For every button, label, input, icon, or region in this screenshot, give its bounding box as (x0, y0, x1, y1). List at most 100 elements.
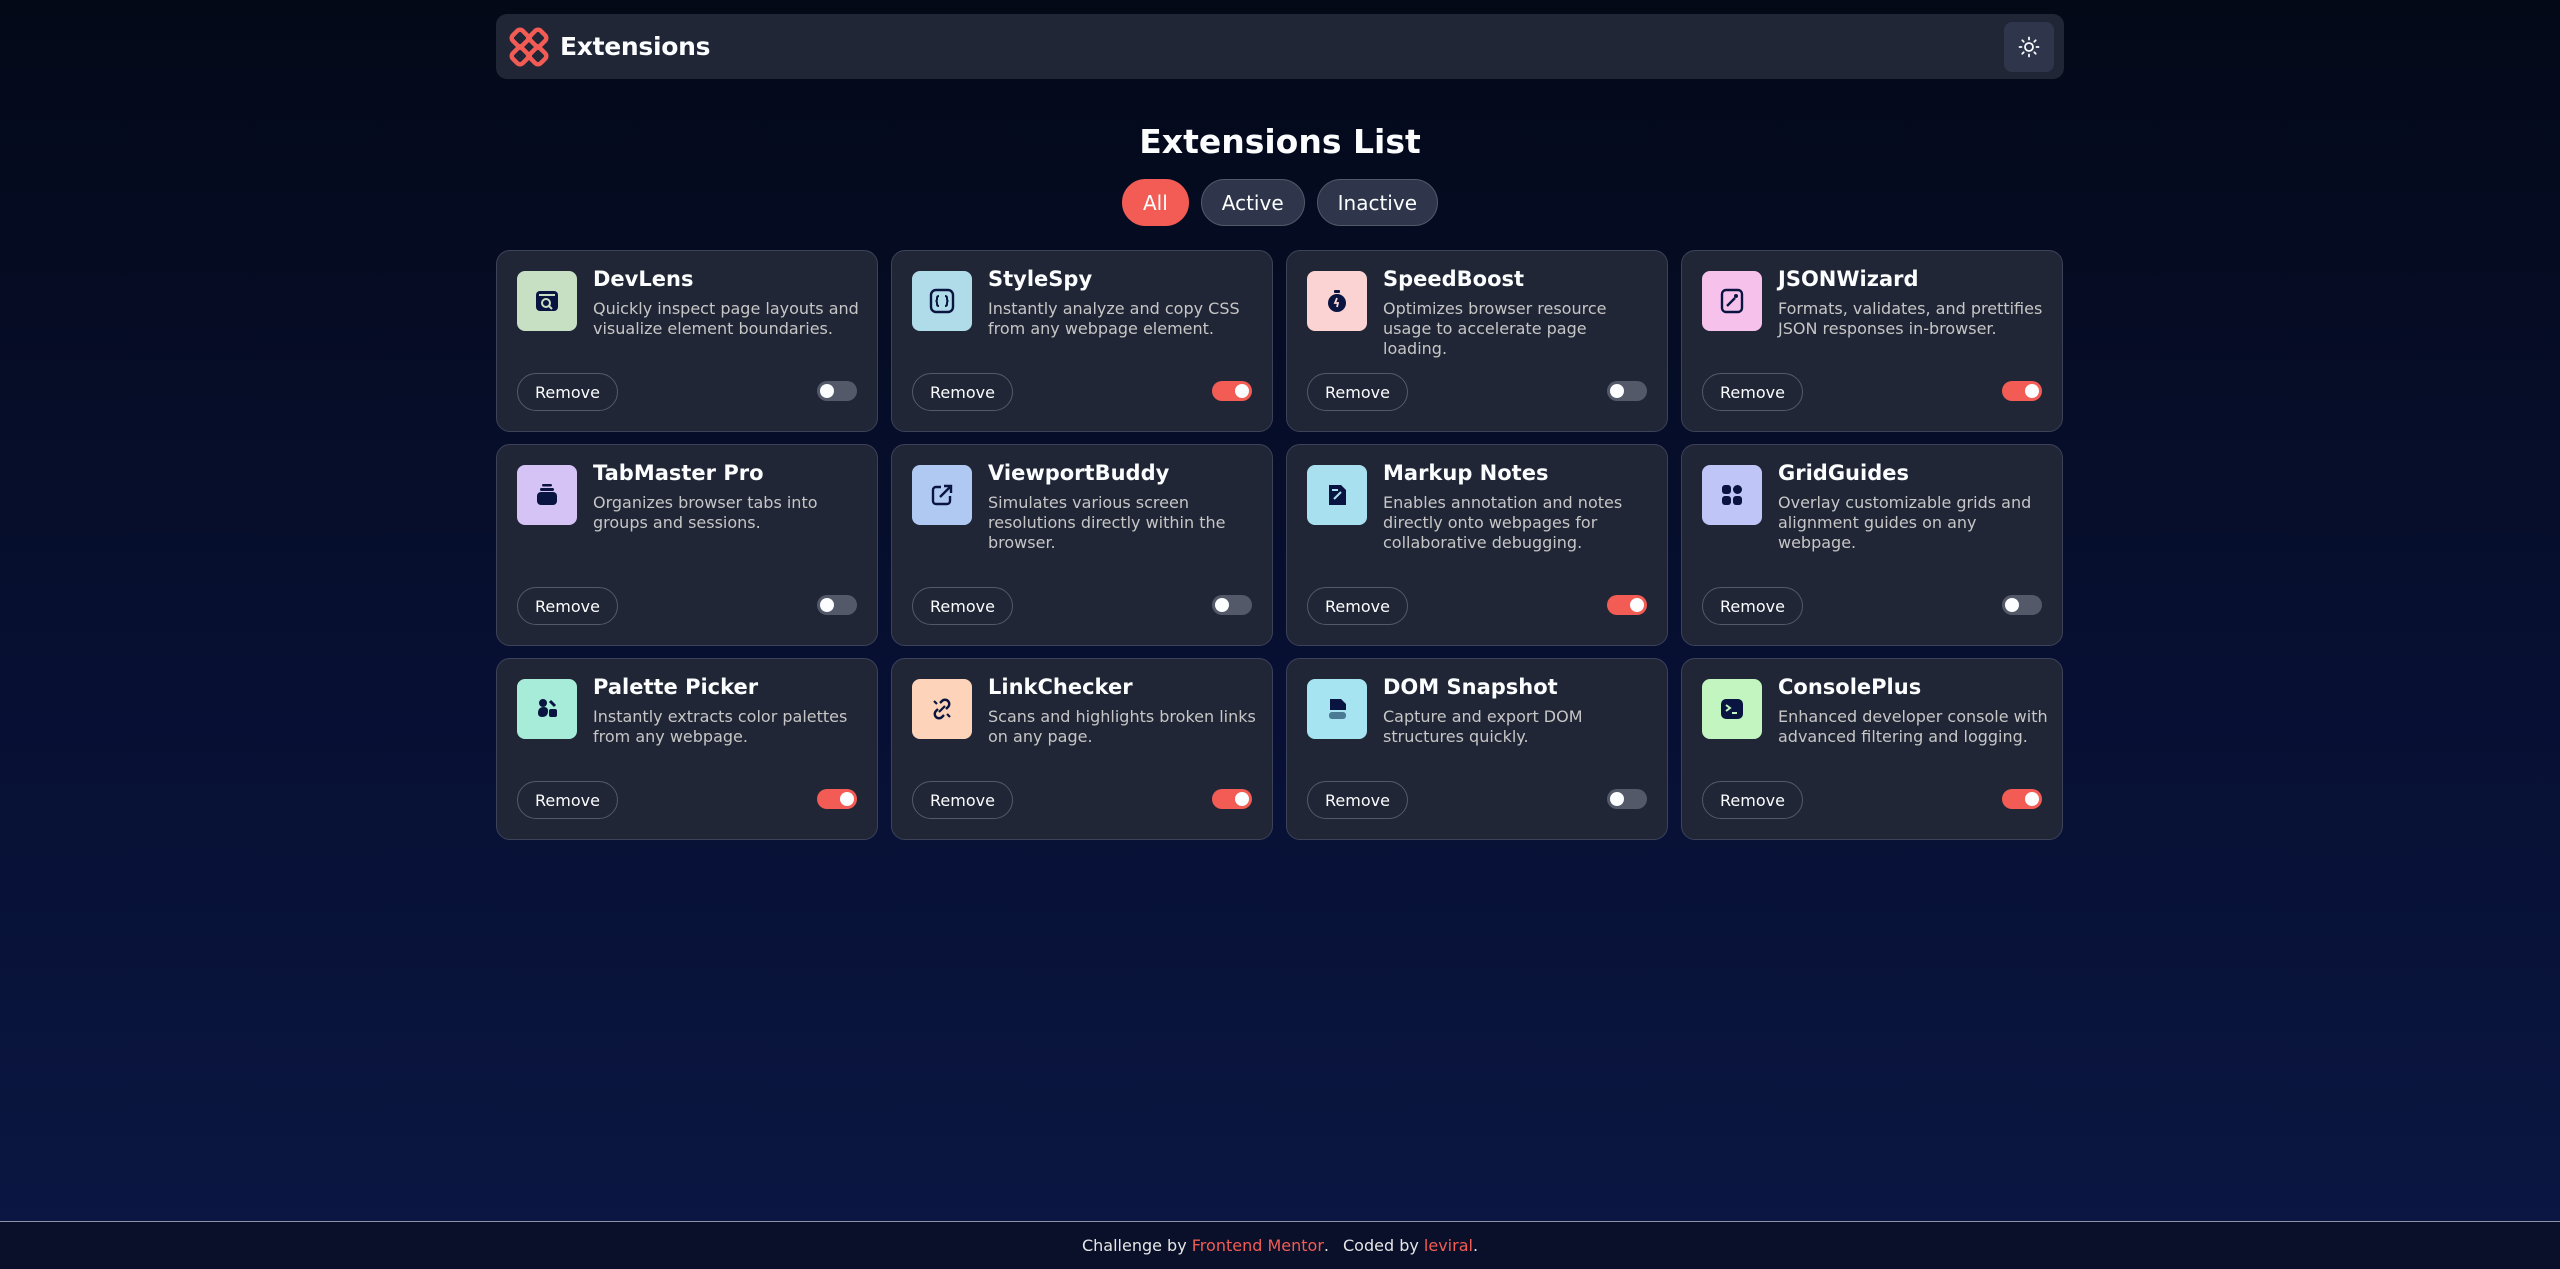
extension-name: GridGuides (1778, 461, 1909, 485)
active-toggle[interactable] (2002, 381, 2042, 401)
remove-button[interactable]: Remove (1307, 781, 1408, 819)
remove-button[interactable]: Remove (1702, 587, 1803, 625)
filter-tabs: All Active Inactive (0, 179, 2560, 226)
active-toggle[interactable] (817, 789, 857, 809)
toggle-knob (1235, 384, 1249, 398)
active-toggle[interactable] (1607, 789, 1647, 809)
extension-icon-tile (1702, 271, 1762, 331)
extension-name: ViewportBuddy (988, 461, 1170, 485)
remove-button[interactable]: Remove (912, 781, 1013, 819)
page-title: Extensions List (1139, 122, 1421, 161)
extension-icon-tile (1702, 679, 1762, 739)
extension-name: Markup Notes (1383, 461, 1549, 485)
extension-card: ViewportBuddy Simulates various screen re… (891, 444, 1273, 646)
remove-button[interactable]: Remove (912, 587, 1013, 625)
extensions-grid: DevLens Quickly inspect page layouts and … (496, 250, 2064, 840)
footer-challenge-text: Challenge by (1081, 1236, 1187, 1255)
author-link[interactable]: leviral (1424, 1236, 1473, 1255)
remove-button[interactable]: Remove (517, 373, 618, 411)
active-toggle[interactable] (1607, 595, 1647, 615)
extension-name: JSONWizard (1778, 267, 1919, 291)
extension-card: LinkChecker Scans and highlights broken l… (891, 658, 1273, 840)
theme-toggle-button[interactable] (2004, 21, 2054, 72)
active-toggle[interactable] (2002, 789, 2042, 809)
active-toggle[interactable] (817, 381, 857, 401)
frontend-mentor-link[interactable]: Frontend Mentor (1192, 1236, 1324, 1255)
wand-file-icon (1720, 288, 1744, 314)
extension-description: Capture and export DOM structures quickl… (1383, 707, 1583, 746)
footer-coded-text: Coded by (1342, 1236, 1419, 1255)
toggle-knob (1610, 384, 1624, 398)
css-braces-icon (929, 288, 955, 314)
extension-icon-tile (517, 465, 577, 525)
extension-card: SpeedBoost Optimizes browser resource usa… (1286, 250, 1668, 432)
extension-icon-tile (517, 679, 577, 739)
sun-icon (2018, 36, 2040, 57)
filter-active-button[interactable]: Active (1200, 179, 1305, 226)
logo-icon (509, 27, 549, 66)
extension-icon-tile (1307, 465, 1367, 525)
active-toggle[interactable] (1212, 789, 1252, 809)
toggle-knob (2005, 598, 2019, 612)
grid-tiles-icon (1722, 485, 1742, 505)
extension-name: Palette Picker (593, 675, 759, 699)
extension-card: GridGuides Overlay customizable grids and… (1681, 444, 2063, 646)
extension-icon-tile (1307, 679, 1367, 739)
footer-period: . (1323, 1236, 1329, 1255)
extension-icon-tile (517, 271, 577, 331)
extension-card: Palette Picker Instantly extracts color p… (496, 658, 878, 840)
extension-name: StyleSpy (988, 267, 1093, 291)
active-toggle[interactable] (1607, 381, 1647, 401)
toggle-knob (1235, 792, 1249, 806)
extension-name: DevLens (593, 267, 694, 291)
terminal-icon (1721, 699, 1743, 719)
remove-button[interactable]: Remove (517, 781, 618, 819)
remove-button[interactable]: Remove (1702, 781, 1803, 819)
remove-button[interactable]: Remove (912, 373, 1013, 411)
extension-description: Quickly inspect page layouts and visuali… (593, 299, 859, 338)
active-toggle[interactable] (1212, 381, 1252, 401)
extension-card: DevLens Quickly inspect page layouts and … (496, 250, 878, 432)
extension-name: DOM Snapshot (1383, 675, 1558, 699)
extension-description: Formats, validates, and prettifies JSON … (1778, 299, 2043, 338)
extension-description: Overlay customizable grids and alignment… (1778, 493, 2032, 552)
extension-name: LinkChecker (988, 675, 1133, 699)
extension-name: SpeedBoost (1383, 267, 1525, 291)
stopwatch-icon (1328, 290, 1346, 312)
active-toggle[interactable] (1212, 595, 1252, 615)
filter-all-button[interactable]: All (1121, 179, 1189, 226)
extension-description: Organizes browser tabs into groups and s… (593, 493, 818, 532)
extension-name: ConsolePlus (1778, 675, 1922, 699)
remove-button[interactable]: Remove (1702, 373, 1803, 411)
toggle-knob (2025, 792, 2039, 806)
palette-icon (538, 699, 557, 717)
extension-card: StyleSpy Instantly analyze and copy CSS f… (891, 250, 1273, 432)
extension-icon-tile (912, 465, 972, 525)
toggle-knob (820, 384, 834, 398)
extension-icon-tile (1702, 465, 1762, 525)
extension-description: Enhanced developer console with advanced… (1778, 707, 2048, 746)
extension-description: Scans and highlights broken links on any… (988, 707, 1256, 746)
extension-icon-tile (912, 271, 972, 331)
toggle-knob (840, 792, 854, 806)
extension-card: DOM Snapshot Capture and export DOM struc… (1286, 658, 1668, 840)
extension-card: JSONWizard Formats, validates, and pretti… (1681, 250, 2063, 432)
extension-card: Markup Notes Enables annotation and notes… (1286, 444, 1668, 646)
app-header: Extensions (496, 14, 2064, 79)
remove-button[interactable]: Remove (517, 587, 618, 625)
remove-button[interactable]: Remove (1307, 373, 1408, 411)
footer-period: . (1472, 1236, 1479, 1255)
active-toggle[interactable] (817, 595, 857, 615)
remove-button[interactable]: Remove (1307, 587, 1408, 625)
toggle-knob (2025, 384, 2039, 398)
extension-description: Instantly extracts color palettes from a… (593, 707, 848, 746)
active-toggle[interactable] (2002, 595, 2042, 615)
toggle-knob (1215, 598, 1229, 612)
extension-description: Enables annotation and notes directly on… (1383, 493, 1623, 552)
app-title: Extensions (560, 32, 711, 61)
note-pen-icon (1329, 485, 1346, 505)
filter-inactive-button[interactable]: Inactive (1316, 179, 1439, 226)
extension-icon-tile (1307, 271, 1367, 331)
browser-search-icon (536, 291, 558, 311)
extension-icon-tile (912, 679, 972, 739)
